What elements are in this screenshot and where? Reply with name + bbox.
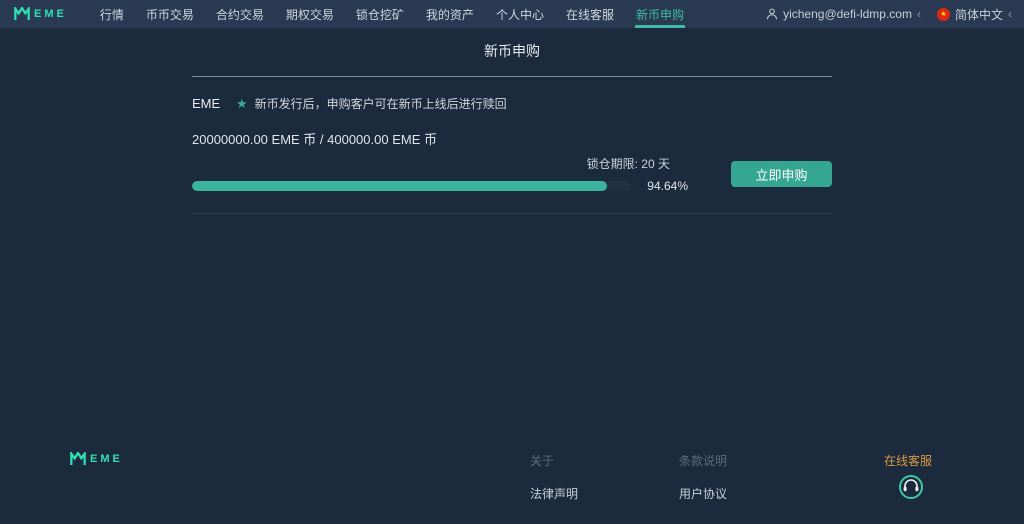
user-email: yicheng@defi-ldmp.com [783, 7, 912, 21]
nav-item-personal-center[interactable]: 个人中心 [485, 0, 555, 28]
footer-support: 在线客服 [884, 452, 932, 499]
logo-m-icon [14, 7, 30, 20]
brand-logo[interactable]: EME [14, 0, 67, 28]
footer-terms-heading: 条款说明 [679, 454, 728, 468]
nav-item-new-coin-subscription[interactable]: 新币申购 [625, 0, 695, 28]
nav-item-my-assets[interactable]: 我的资产 [415, 0, 485, 28]
chevron-icon: ‹ [916, 7, 921, 21]
lock-period-label: 锁仓期限: 20 天 [586, 157, 670, 171]
language-selector[interactable]: ★ 简体中文 ‹ [936, 6, 1012, 23]
subscription-amounts: 20000000.00 EME 币 / 400000.00 EME 币 [192, 132, 437, 147]
star-icon: ★ [236, 95, 248, 111]
logo-m-icon [70, 452, 86, 465]
user-account-menu[interactable]: yicheng@defi-ldmp.com ‹ [766, 7, 921, 21]
nav-item-contract-trade[interactable]: 合约交易 [205, 0, 275, 28]
chevron-icon: ‹ [1008, 7, 1012, 21]
footer-legal-link[interactable]: 法律声明 [530, 485, 578, 502]
nav-item-spot-trade[interactable]: 币币交易 [135, 0, 205, 28]
progress-percent: 94.64% [647, 179, 688, 193]
progress-bar-line: 94.64% [192, 179, 688, 193]
online-support-link[interactable]: 在线客服 [884, 452, 932, 469]
language-label: 简体中文 [954, 7, 1003, 22]
nav-item-lock-mining[interactable]: 锁仓挖矿 [345, 0, 415, 28]
logo-text: EME [34, 8, 67, 20]
subscription-notice: 新币发行后，申购客户可在新币上线后进行赎回 [254, 97, 507, 111]
progress-track [192, 181, 631, 191]
page-title-bar: 新币申购 [192, 28, 832, 77]
footer-about-heading: 关于 [530, 454, 555, 468]
progress-fill [192, 181, 608, 191]
coin-row: EME ★ 新币发行后，申购客户可在新币上线后进行赎回 [192, 95, 832, 112]
china-flag-icon: ★ [936, 7, 950, 21]
footer-user-agreement-link[interactable]: 用户协议 [679, 485, 727, 502]
top-navbar: EME 行情 币币交易 合约交易 期权交易 锁仓挖矿 我的资产 个人中心 在线客… [0, 0, 1024, 28]
footer-about-column: 关于 法律声明 [530, 452, 578, 502]
nav-item-market[interactable]: 行情 [89, 0, 135, 28]
progress-row: 锁仓期限: 20 天 94.64% 立即申购 [192, 155, 832, 193]
main-container: 新币申购 EME ★ 新币发行后，申购客户可在新币上线后进行赎回 2000000… [192, 28, 832, 214]
subscribe-now-button[interactable]: 立即申购 [731, 161, 832, 187]
page-footer: EME 关于 法律声明 条款说明 用户协议 在线客服 [0, 444, 1024, 524]
nav-item-options-trade[interactable]: 期权交易 [275, 0, 345, 28]
user-icon [767, 8, 778, 20]
subscription-card: EME ★ 新币发行后，申购客户可在新币上线后进行赎回 20000000.00 … [192, 77, 832, 214]
headset-icon[interactable] [898, 474, 924, 503]
page-title: 新币申购 [484, 43, 540, 59]
coin-name: EME [192, 96, 221, 111]
nav-menu: 行情 币币交易 合约交易 期权交易 锁仓挖矿 我的资产 个人中心 在线客服 新币… [89, 0, 695, 28]
footer-logo-text: EME [90, 453, 123, 465]
nav-item-online-support[interactable]: 在线客服 [555, 0, 625, 28]
footer-logo[interactable]: EME [70, 452, 123, 466]
nav-right-group: yicheng@defi-ldmp.com ‹ ★ 简体中文 ‹ [766, 0, 1024, 28]
footer-terms-column: 条款说明 用户协议 [679, 452, 727, 502]
progress-block: 锁仓期限: 20 天 94.64% [192, 155, 688, 193]
